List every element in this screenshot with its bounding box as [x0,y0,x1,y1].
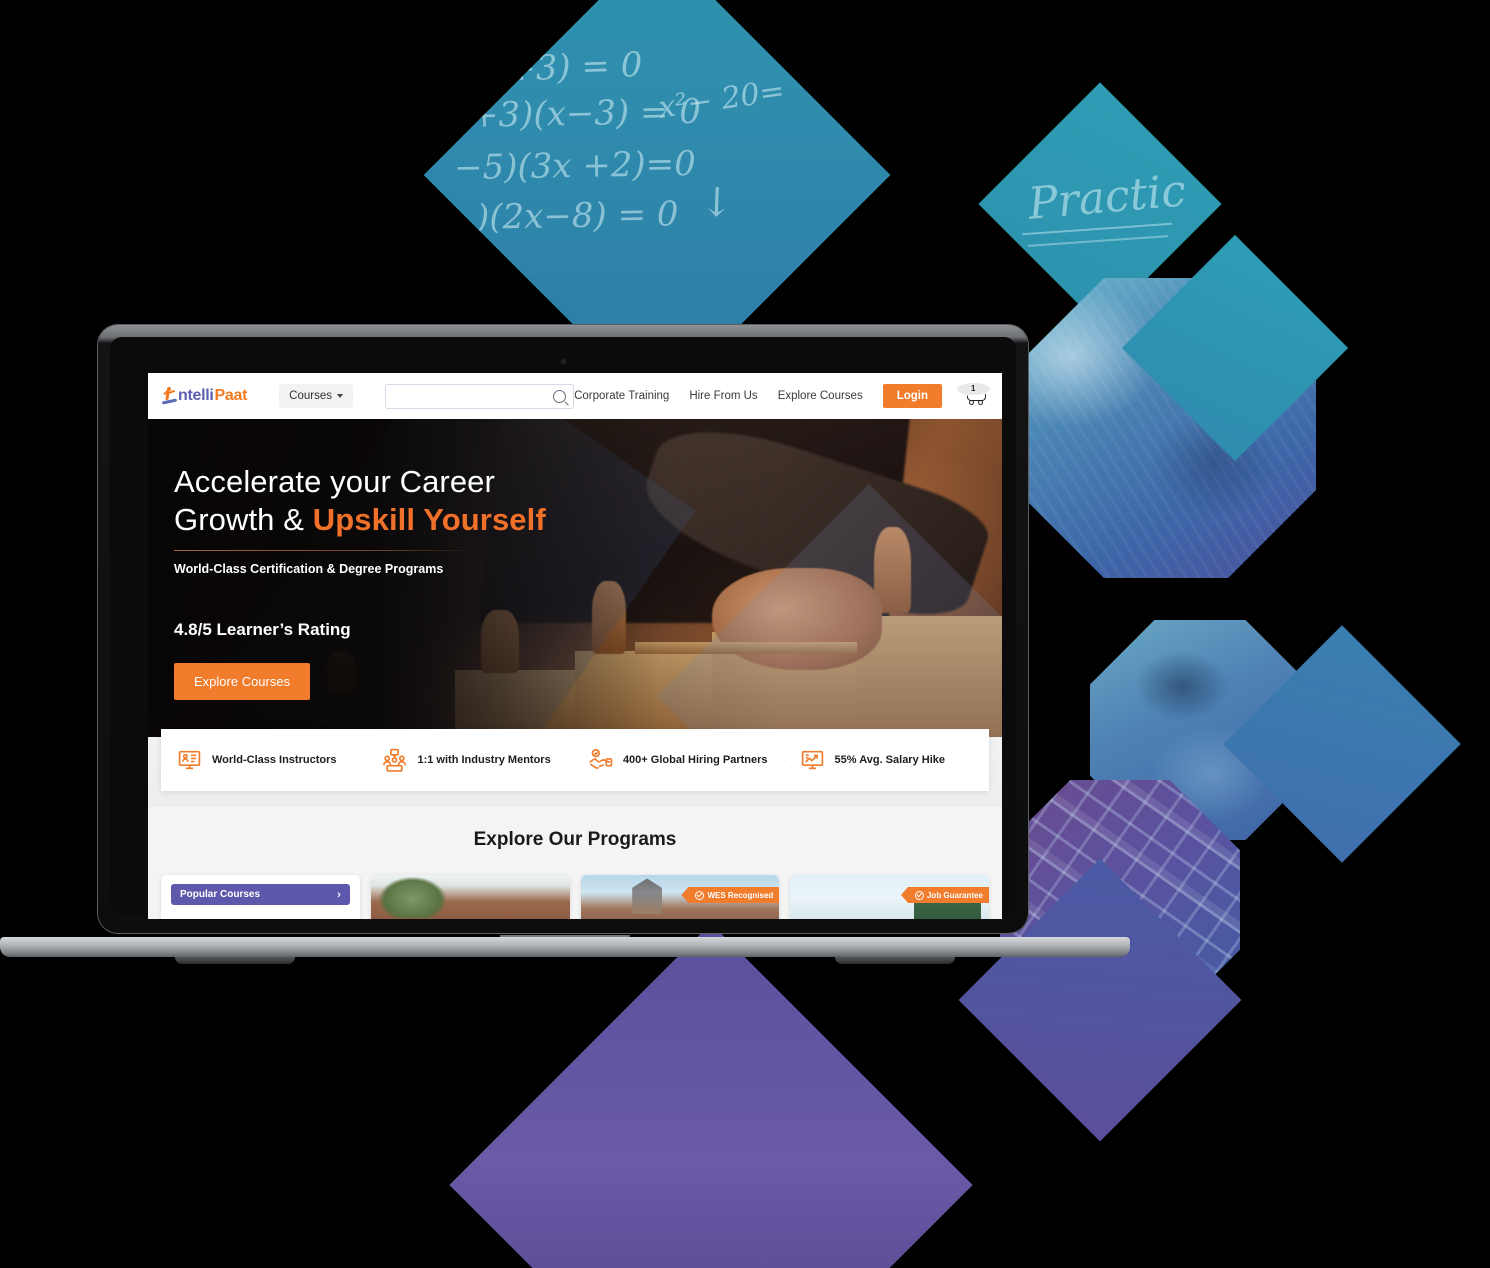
check-circle-icon [695,890,705,900]
laptop-base [0,931,1130,975]
check-circle-icon [914,890,924,900]
nav-link-explore-courses[interactable]: Explore Courses [778,390,863,402]
feature-world-class-instructors: World-Class Instructors [161,748,366,773]
laptop-mockup: ntelli Paat Courses Corporate Training H… [0,325,1130,964]
nav-link-corporate-training[interactable]: Corporate Training [574,390,669,402]
campus-thumbnail [370,875,570,919]
cart-count-badge: 1 [956,382,991,396]
search-input[interactable] [392,389,554,403]
feature-strip-wrap: World-Class Instructors 1:1 with Industr… [148,729,1002,807]
laptop-foot-left [175,957,295,964]
chevron-right-icon: › [337,888,341,901]
job-guarantee-badge: Job Guarantee [900,887,989,903]
webcam-icon [560,359,566,364]
mentors-people-icon [382,748,407,773]
intellipaat-logo[interactable]: ntelli Paat [161,386,248,406]
salary-growth-chart-icon [800,748,825,773]
laptop-bezel: ntelli Paat Courses Corporate Training H… [110,337,1016,919]
nav-links: Corporate Training Hire From Us Explore … [574,382,991,408]
feature-strip: World-Class Instructors 1:1 with Industr… [161,729,989,791]
chalk-equation-3: −5)(3x +2)=0 [453,143,697,189]
search-box[interactable] [384,383,575,409]
chalk-equation-1: (x +3) = 0 [463,44,644,92]
laptop-base-slab [0,937,1130,957]
chalk-equation-4: )(2x−8) = 0 [475,194,679,238]
instructor-monitor-icon [177,748,202,773]
explore-programs-section: Explore Our Programs Popular Courses › W… [148,807,1002,919]
feature-label: 1:1 with Industry Mentors [417,754,551,766]
feature-avg-salary-hike: 55% Avg. Salary Hike [783,748,989,773]
chevron-down-icon [336,394,343,398]
hero-banner: Accelerate your Career Growth & Upskill … [148,419,1002,737]
feature-label: 400+ Global Hiring Partners [622,754,768,766]
handshake-check-icon [588,748,613,773]
logo-figure-icon [161,386,178,406]
hero-rating: 4.8/5 Learner’s Rating [174,619,351,639]
website-viewport: ntelli Paat Courses Corporate Training H… [148,373,1002,919]
chalk-arrow: ↓ [699,179,735,227]
wes-recognised-badge: WES Recognised [681,887,780,903]
courses-dropdown-button[interactable]: Courses [279,384,353,408]
laptop-foot-right [835,957,955,964]
hero-divider [174,549,474,551]
program-card-campus[interactable] [370,875,570,919]
nav-link-hire-from-us[interactable]: Hire From Us [689,390,757,402]
search-icon[interactable] [553,389,567,403]
purple-diamond [449,923,973,1268]
feature-industry-mentors: 1:1 with Industry Mentors [366,748,571,773]
program-cards: Popular Courses › WES Recognised Job Gua… [161,875,989,919]
login-button[interactable]: Login [882,384,942,408]
chalk-equation-5: x²− 20= [656,73,787,126]
program-card-wes[interactable]: WES Recognised [580,875,780,919]
feature-label: 55% Avg. Salary Hike [834,754,945,766]
hero-content: Accelerate your Career Growth & Upskill … [174,463,546,700]
badge-label: Job Guarantee [926,890,983,900]
site-navbar: ntelli Paat Courses Corporate Training H… [148,373,1002,419]
hero-subtitle: World-Class Certification & Degree Progr… [174,561,444,576]
chalkboard-surface: (x +3) = 0 x +3)(x−3) = 0 −5)(3x +2)=0 )… [440,10,822,340]
hero-headline-line1: Accelerate your Career [174,464,495,499]
hero-headline-line2: Growth & Upskill Yourself [174,501,546,539]
popular-courses-label: Popular Courses [180,889,261,900]
hero-headline-plain: Growth & [174,501,313,537]
badge-label: WES Recognised [707,890,774,900]
cart-icon[interactable]: 1 [956,382,991,407]
screenshot-stage: (x +3) = 0 x +3)(x−3) = 0 −5)(3x +2)=0 )… [0,0,1490,1268]
feature-label: World-Class Instructors [212,754,337,766]
courses-dropdown-label: Courses [289,390,332,402]
program-card-job-guarantee[interactable]: Job Guarantee [790,875,989,919]
popular-courses-card[interactable]: Popular Courses › [161,875,360,919]
logo-text-secondary: Paat [214,387,248,404]
logo-text-primary: ntelli [178,387,214,404]
programs-title: Explore Our Programs [473,829,677,850]
popular-courses-pill[interactable]: Popular Courses › [171,884,350,905]
feature-global-hiring-partners: 400+ Global Hiring Partners [571,748,784,773]
hero-headline-accent: Upskill Yourself [312,501,546,537]
laptop-screen: ntelli Paat Courses Corporate Training H… [148,373,1002,919]
hero-explore-courses-button[interactable]: Explore Courses [174,662,311,700]
